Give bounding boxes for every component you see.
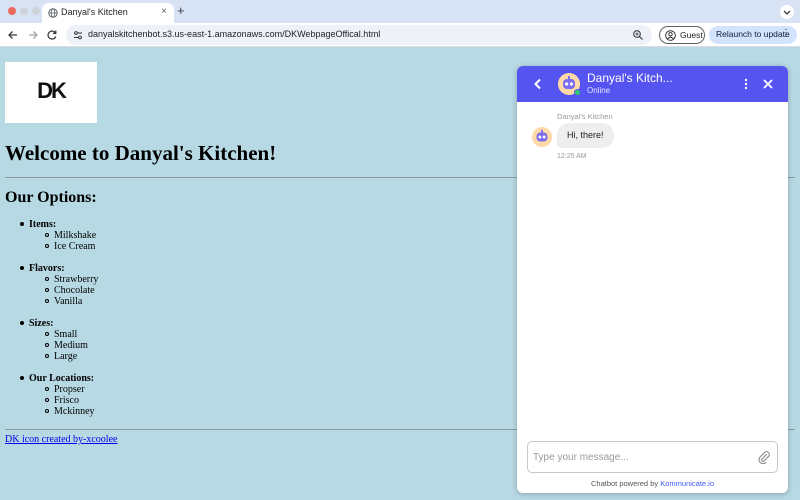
- kommunicate-link[interactable]: Kommunicate.io: [660, 479, 714, 488]
- window-zoom-button[interactable]: [32, 7, 40, 15]
- option-value: Small: [29, 329, 98, 340]
- close-icon[interactable]: [762, 78, 774, 90]
- message-composer: [527, 441, 778, 473]
- message-bubble: Hi, there!: [557, 123, 614, 148]
- option-value: Medium: [29, 340, 98, 351]
- guest-icon: [665, 30, 676, 41]
- tab-search-button[interactable]: [780, 5, 794, 19]
- powered-by-footer: Chatbot powered by Kommunicate.io: [517, 479, 788, 488]
- powered-by-text: Chatbot powered by: [590, 479, 659, 488]
- chevron-left-icon[interactable]: [532, 77, 544, 91]
- url-text: danyalskitchenbot.s3.us-east-1.amazonaws…: [88, 29, 381, 39]
- message-input[interactable]: [533, 447, 753, 467]
- address-bar[interactable]: danyalskitchenbot.s3.us-east-1.amazonaws…: [66, 25, 652, 45]
- close-icon[interactable]: ×: [161, 6, 167, 18]
- chat-header: Danyal's Kitch... Online: [517, 66, 788, 102]
- chevron-down-icon: [783, 10, 791, 15]
- forward-icon[interactable]: [26, 28, 40, 42]
- more-icon[interactable]: ⋮: [781, 28, 791, 39]
- window-close-button[interactable]: [8, 7, 16, 15]
- more-icon[interactable]: [740, 77, 752, 91]
- online-status-dot: [574, 89, 581, 96]
- reload-icon[interactable]: [45, 28, 59, 42]
- browser-tab[interactable]: Danyal's Kitchen ×: [42, 3, 174, 23]
- message-sender: Danyal's Kitchen: [557, 112, 613, 121]
- option-value: Milkshake: [29, 230, 98, 241]
- window-minimize-button[interactable]: [20, 7, 28, 15]
- option-locations: Our Locations: Propser Frisco Mckinney: [20, 373, 98, 417]
- bot-status: Online: [587, 86, 611, 95]
- relaunch-button[interactable]: Relaunch to update ⋮: [709, 26, 797, 44]
- guest-label: Guest: [680, 30, 703, 40]
- bullet: [20, 222, 24, 226]
- bot-name: Danyal's Kitch...: [587, 71, 673, 85]
- bullet: [20, 266, 24, 270]
- option-items: Items: Milkshake Ice Cream: [20, 219, 98, 252]
- site-settings-icon[interactable]: [72, 29, 84, 41]
- option-title: Sizes:: [29, 318, 54, 329]
- option-value: Mckinney: [29, 406, 98, 417]
- bullet: [20, 321, 24, 325]
- new-tab-button[interactable]: +: [177, 3, 185, 19]
- tab-title: Danyal's Kitchen: [61, 7, 128, 17]
- option-title: Our Locations:: [29, 373, 95, 384]
- option-value: Large: [29, 351, 98, 362]
- browser-toolbar: danyalskitchenbot.s3.us-east-1.amazonaws…: [0, 23, 800, 47]
- option-value: Propser: [29, 384, 98, 395]
- icon-credit-link[interactable]: DK icon created by-xcoolee: [5, 434, 117, 445]
- option-sizes: Sizes: Small Medium Large: [20, 318, 98, 362]
- bot-avatar: [532, 127, 552, 147]
- chat-widget: Danyal's Kitch... Online Danyal's Kitche…: [517, 66, 788, 493]
- guest-profile-button[interactable]: Guest: [659, 26, 705, 44]
- globe-icon: [48, 8, 58, 18]
- attach-icon[interactable]: [757, 450, 771, 464]
- option-value: Strawberry: [29, 274, 98, 285]
- options-list: Items: Milkshake Ice Cream Flavors: Stra…: [20, 219, 98, 417]
- message-timestamp: 12:25 AM: [557, 153, 587, 160]
- page-title: Welcome to Danyal's Kitchen!: [5, 141, 277, 165]
- options-heading: Our Options:: [5, 189, 97, 206]
- option-value: Vanilla: [29, 296, 98, 307]
- zoom-icon[interactable]: [632, 29, 644, 41]
- bullet: [20, 376, 24, 380]
- option-value: Ice Cream: [29, 241, 98, 252]
- dk-logo: DK: [5, 62, 97, 123]
- option-flavors: Flavors: Strawberry Chocolate Vanilla: [20, 263, 98, 307]
- option-title: Flavors:: [29, 263, 65, 274]
- option-title: Items:: [29, 219, 57, 230]
- back-icon[interactable]: [6, 28, 20, 42]
- option-value: Chocolate: [29, 285, 98, 296]
- relaunch-label: Relaunch to update: [716, 29, 790, 39]
- logo-text: DK: [37, 78, 67, 103]
- browser-tab-bar: Danyal's Kitchen × +: [0, 0, 800, 23]
- option-value: Frisco: [29, 395, 98, 406]
